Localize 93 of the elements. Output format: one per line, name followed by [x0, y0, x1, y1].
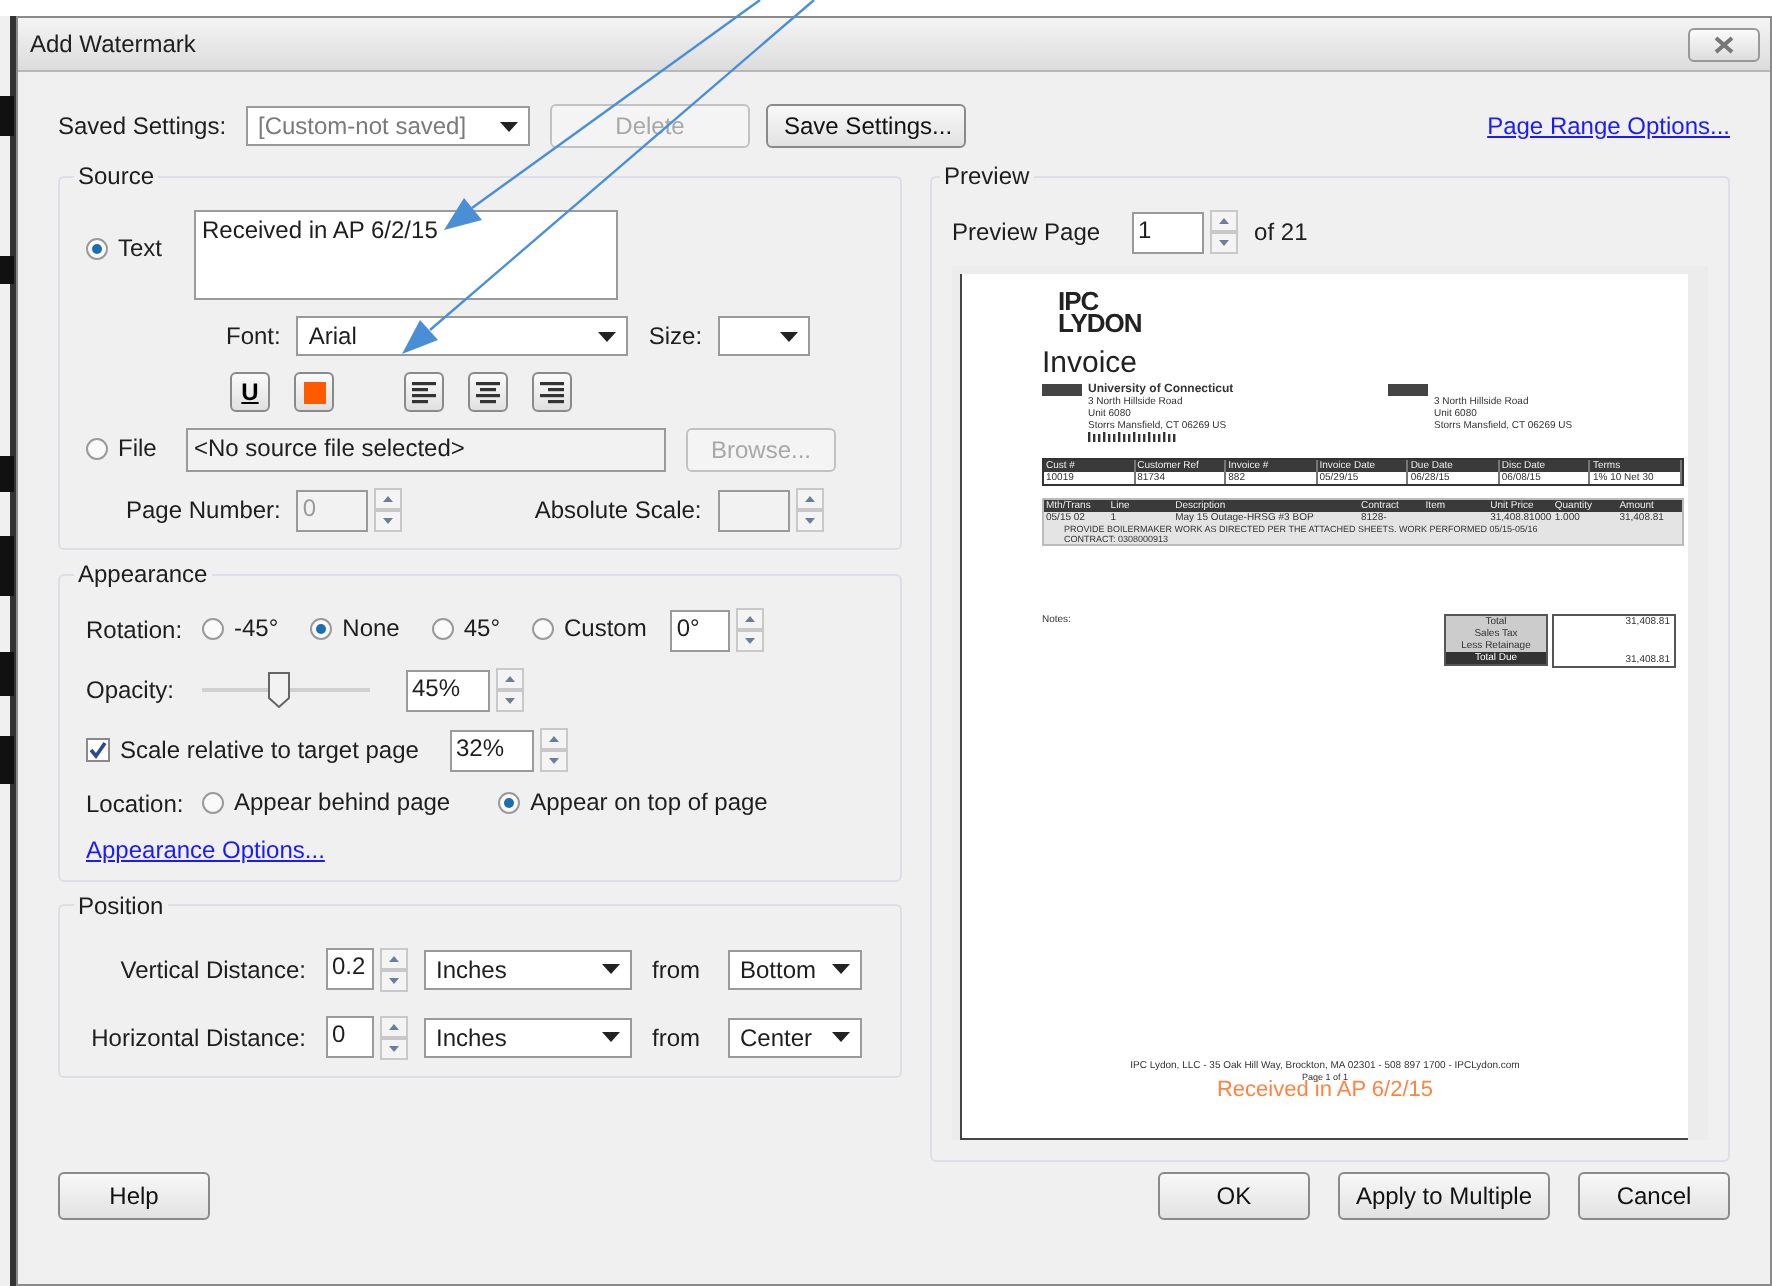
- radio-button[interactable]: [310, 617, 333, 640]
- radio-button[interactable]: [431, 617, 454, 640]
- window-title: Add Watermark: [30, 30, 196, 58]
- spin-buttons[interactable]: [736, 608, 765, 652]
- label-tag: [1042, 384, 1082, 396]
- radio-button[interactable]: [532, 617, 554, 640]
- preview-page-label: Preview Page: [952, 218, 1101, 246]
- spin-buttons[interactable]: [540, 728, 568, 772]
- radio-button[interactable]: [86, 437, 108, 460]
- slider-thumb[interactable]: [267, 672, 290, 708]
- radio-label: 45°: [463, 614, 500, 643]
- radio-label: Text: [118, 234, 163, 262]
- radio-label: -45°: [234, 614, 279, 643]
- dialog-button[interactable]: Apply to Multiple: [1337, 1172, 1550, 1220]
- preview-page-field[interactable]: 1: [1132, 211, 1205, 253]
- radio-button[interactable]: [86, 237, 108, 259]
- radio-label: None: [342, 614, 400, 643]
- align-center-button[interactable]: [468, 372, 508, 412]
- spin-buttons[interactable]: [380, 947, 408, 991]
- spin-buttons[interactable]: [380, 1015, 408, 1059]
- align-center-icon: [476, 381, 500, 403]
- company-logo: IPC LYDON: [1058, 290, 1142, 334]
- spin-buttons[interactable]: [795, 488, 824, 532]
- reference-dropdown[interactable]: Bottom: [728, 949, 862, 989]
- unit-dropdown[interactable]: Inches: [424, 1017, 632, 1057]
- file-path-field[interactable]: <No source file selected>: [186, 428, 666, 472]
- size-label: Size:: [648, 322, 703, 350]
- saved-settings-dropdown[interactable]: [Custom-not saved]: [246, 106, 530, 146]
- absolute-scale-label: Absolute Scale:: [534, 496, 702, 524]
- distance-field[interactable]: 0.2: [326, 948, 374, 990]
- group-title: Appearance: [76, 560, 210, 588]
- location-label: Location:: [86, 789, 186, 818]
- from-label: from: [652, 1023, 702, 1051]
- checkbox-label: Scale relative to target page: [120, 736, 421, 764]
- group-title: Preview: [942, 162, 1032, 190]
- close-button[interactable]: [1688, 27, 1760, 61]
- radio-button[interactable]: [498, 791, 521, 813]
- radio-button[interactable]: [202, 617, 224, 640]
- page-range-options-link[interactable]: Page Range Options...: [1487, 112, 1730, 140]
- checkbox[interactable]: [86, 738, 110, 762]
- radio-button[interactable]: [202, 791, 224, 813]
- dialog-button[interactable]: OK: [1157, 1172, 1310, 1220]
- dialog-button[interactable]: Cancel: [1578, 1172, 1730, 1220]
- close-icon: [1714, 35, 1734, 53]
- document-heading: Invoice: [1042, 346, 1140, 380]
- align-left-button[interactable]: [404, 372, 444, 412]
- opacity-slider[interactable]: [202, 672, 370, 708]
- settings-button[interactable]: Save Settings...: [766, 104, 966, 148]
- from-label: from: [652, 955, 702, 983]
- scale-field[interactable]: 32%: [450, 729, 534, 771]
- font-label: Font:: [226, 322, 281, 350]
- caret-icon: [832, 1032, 850, 1042]
- align-right-icon: [540, 381, 564, 403]
- caret-icon: [598, 331, 617, 341]
- appearance-options-link[interactable]: Appearance Options...: [86, 835, 325, 863]
- page-count-label: of 21: [1254, 218, 1308, 246]
- saved-settings-label: Saved Settings:: [58, 112, 229, 140]
- caret-icon: [780, 331, 799, 341]
- radio-label: File: [118, 434, 157, 463]
- spin-buttons[interactable]: [496, 668, 524, 712]
- size-dropdown[interactable]: [718, 316, 811, 356]
- group-title: Source: [76, 162, 157, 190]
- caret-icon: [500, 121, 518, 131]
- caret-icon: [832, 964, 850, 974]
- spin-buttons[interactable]: [374, 488, 403, 532]
- unit-dropdown[interactable]: Inches: [424, 949, 632, 989]
- help-button[interactable]: Help: [58, 1172, 210, 1220]
- checkmark-icon: [88, 740, 108, 760]
- color-button[interactable]: [294, 372, 334, 412]
- caret-icon: [602, 964, 620, 974]
- underline-button[interactable]: U: [230, 372, 270, 412]
- distance-label: Vertical Distance:: [118, 955, 306, 983]
- page-number-label: Page Number:: [126, 496, 281, 524]
- group-title: Position: [76, 891, 166, 919]
- distance-label: Horizontal Distance:: [89, 1023, 306, 1051]
- radio-label: Appear on top of page: [530, 788, 768, 816]
- radio-label: Custom: [564, 614, 647, 643]
- align-right-button[interactable]: [532, 372, 572, 412]
- font-dropdown[interactable]: Arial: [296, 316, 629, 356]
- rotation-label: Rotation:: [86, 616, 185, 644]
- caret-icon: [602, 1032, 620, 1042]
- watermark-text-field[interactable]: Received in AP 6/2/15: [194, 210, 618, 300]
- custom-rotation-field[interactable]: 0°: [670, 609, 731, 651]
- reference-dropdown[interactable]: Center: [728, 1017, 862, 1057]
- radio-label: Appear behind page: [234, 788, 451, 816]
- barcode-icon: [1088, 432, 1180, 442]
- label-tag: [1388, 384, 1428, 396]
- spin-buttons[interactable]: [1210, 210, 1239, 254]
- opacity-field[interactable]: 45%: [406, 669, 490, 711]
- align-left-icon: [412, 381, 436, 403]
- opacity-label: Opacity:: [86, 676, 177, 704]
- distance-field[interactable]: 0: [326, 1016, 374, 1058]
- absolute-scale-field[interactable]: [717, 489, 790, 531]
